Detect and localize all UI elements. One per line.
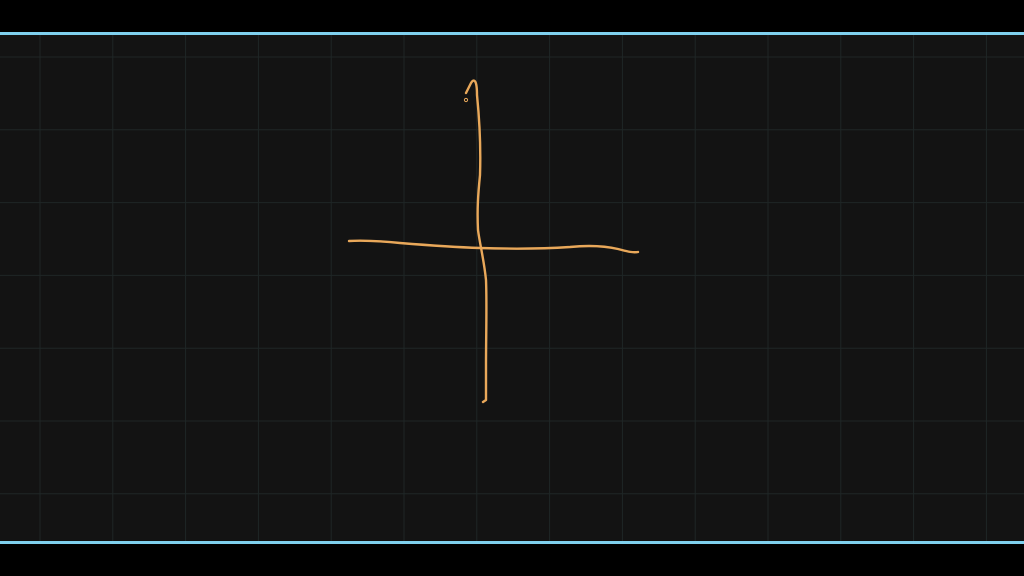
screen — [0, 0, 1024, 576]
canvas-background — [0, 35, 1024, 541]
bottom-letterbox — [0, 545, 1024, 576]
drawing-canvas[interactable] — [0, 35, 1024, 541]
top-letterbox — [0, 0, 1024, 32]
canvas-surface[interactable] — [0, 35, 1024, 541]
canvas-bottom-border — [0, 541, 1024, 544]
